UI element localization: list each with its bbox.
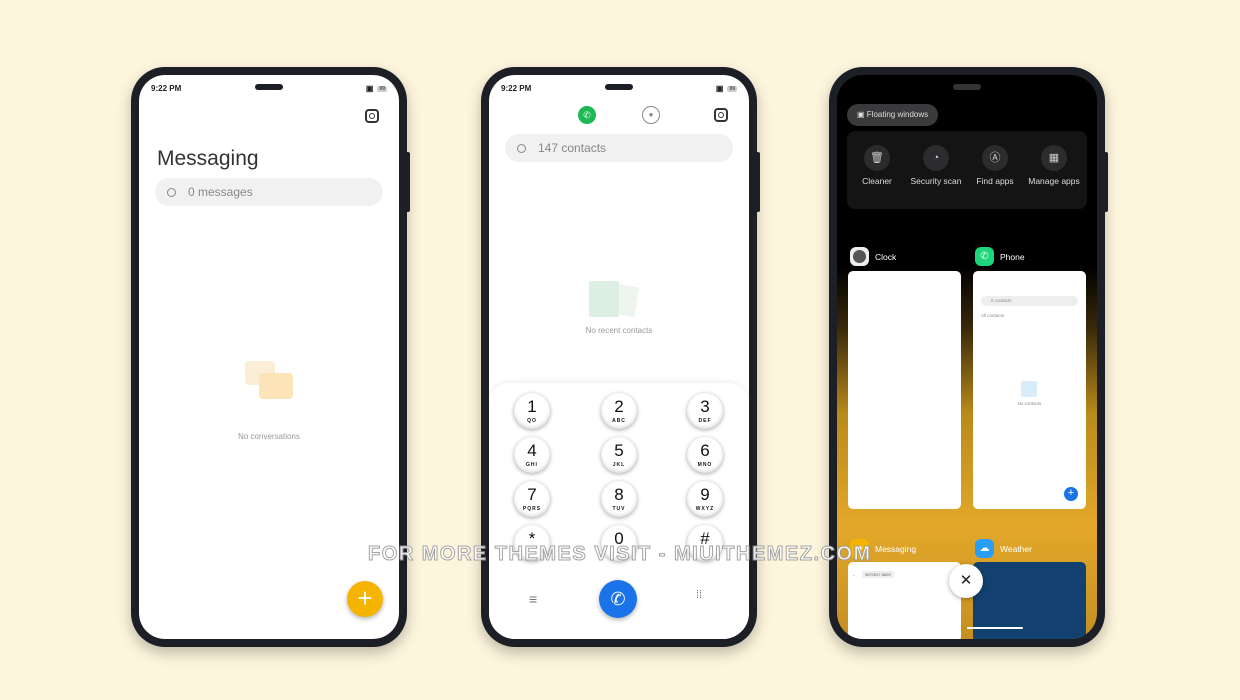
contact-icon [1021,381,1037,397]
search-input[interactable]: 0 messages [155,178,383,206]
dial-key-6[interactable]: 6 MNO [687,437,723,473]
weather-app-icon: ☁ [975,539,994,558]
status-time: 9:22 PM [151,84,182,93]
search-input[interactable]: 147 contacts [505,134,733,162]
menu-icon[interactable]: ≡ [529,591,537,607]
add-contact-icon: + [1064,487,1078,501]
search-icon [167,187,176,197]
messaging-screen: 9:22 PM ▣ 99 Messaging 0 messages No conve… [139,75,399,639]
empty-contacts-icon [589,281,619,317]
phone-card[interactable]: 0 contacts All contacts No contacts + [973,271,1086,509]
find-apps-icon: Ⓐ [982,145,1008,171]
close-icon: ✕ [959,572,973,589]
search-icon [517,143,526,153]
dialpad-toggle-icon[interactable]: ⁞⁞ [696,589,702,601]
dial-key-1[interactable]: 1 QO [514,393,550,429]
page-title: Messaging [157,147,259,170]
phone-messaging: 9:22 PM ▣ 99 Messaging 0 messages No conve… [131,67,410,647]
dial-key-4[interactable]: 4 GHI [514,437,550,473]
manage-apps-button[interactable]: ▦ Manage apps [1024,145,1084,186]
clock-icon [850,247,869,266]
dial-key-8[interactable]: 8 TUV [601,481,637,517]
grid-icon: ▦ [1041,145,1067,171]
watermark: FOR MORE THEMES VISIT - MIUITHEMEZ.COM [368,543,872,566]
recents-screen: ▣ Floating windows 🗑 Cleaner ◔ Security sc… [837,75,1097,639]
messaging-card[interactable]: ← 9870027 8809 [848,562,961,639]
new-message-button[interactable]: + [347,581,383,617]
tab-contacts-person-icon[interactable]: ● [642,106,660,124]
dial-key-9[interactable]: 9 WXYZ [687,481,723,517]
security-scan-button[interactable]: ◔ Security scan [906,145,966,186]
clock-card[interactable] [848,271,961,509]
dial-key-7[interactable]: 7 PQRS [514,481,550,517]
dial-key-2[interactable]: 2 ABC [601,393,637,429]
phone-icon: ✆ [610,589,626,609]
phone-app-icon: ✆ [975,247,994,266]
cleaner-button[interactable]: 🗑 Cleaner [847,145,907,186]
trash-icon: 🗑 [864,145,890,171]
empty-state-text: No recent contacts [585,326,653,335]
card-label-weather: ☁ Weather [975,539,1032,558]
window-icon: ▣ [857,110,867,119]
clear-all-button[interactable]: ✕ [949,564,983,598]
home-indicator [967,627,1023,629]
settings-gear-icon[interactable] [365,109,379,123]
card-label-clock: Clock [850,247,896,266]
plus-icon: + [357,583,373,613]
floating-windows-button[interactable]: ▣ Floating windows [847,104,939,126]
call-button[interactable]: ✆ [599,580,637,618]
settings-gear-icon[interactable] [714,108,728,122]
tab-recents-phone-icon[interactable]: ✆ [578,106,596,124]
card-label-phone: ✆ Phone [975,247,1025,266]
status-icons: ▣ 99 [365,84,387,93]
tools-panel: 🗑 Cleaner ◔ Security scan Ⓐ Find apps ▦ Mana… [847,131,1087,209]
gauge-icon: ◔ [923,145,949,171]
find-apps-button[interactable]: Ⓐ Find apps [965,145,1025,186]
dial-key-5[interactable]: 5 JKL [601,437,637,473]
empty-state-text: No conversations [238,432,300,441]
dial-key-3[interactable]: 3 DEF [687,393,723,429]
